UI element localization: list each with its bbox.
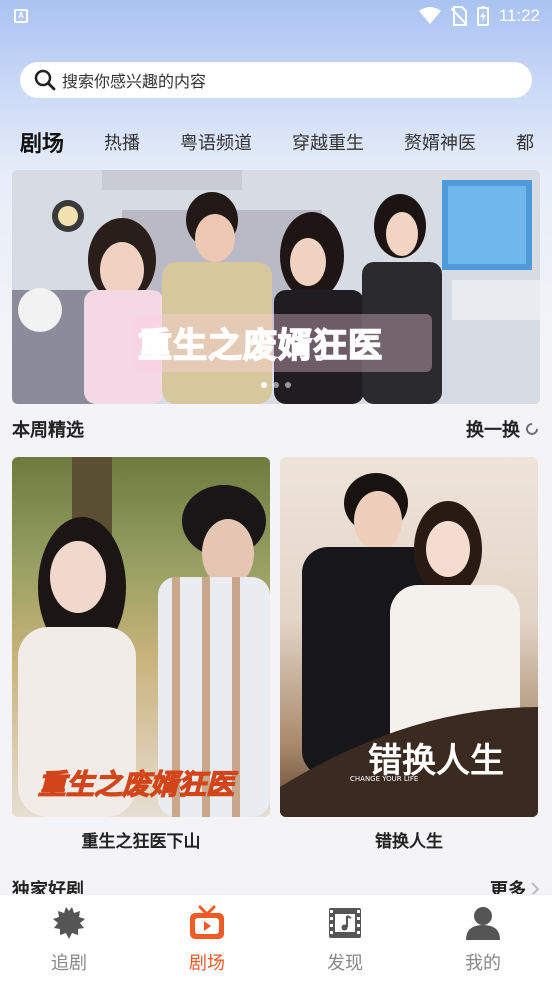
category-tabs: 剧场 热播 粤语频道 穿越重生 赘婿神医 都 <box>20 122 552 162</box>
carousel-dot <box>273 382 279 388</box>
nav-item-theater[interactable]: 剧场 <box>138 895 276 981</box>
drama-card[interactable]: 错换人生 CHANGE YOUR LIFE 错换人生 <box>280 457 538 852</box>
nav-item-discover[interactable]: 发现 <box>276 895 414 981</box>
carousel-dot <box>285 382 291 388</box>
tab-urban[interactable]: 都 <box>516 129 534 155</box>
user-icon <box>466 907 500 940</box>
drama-title: 重生之狂医下山 <box>81 832 201 852</box>
poster-title-text: 重生之废婿狂医 <box>37 767 235 801</box>
status-time: 11:22 <box>498 6 540 25</box>
banner-carousel[interactable]: 重生之废婿狂医 <box>12 170 540 404</box>
drama-title: 错换人生 <box>375 832 443 852</box>
no-sim-icon <box>450 6 467 26</box>
weekly-section-title: 本周精选 <box>12 420 84 441</box>
search-icon <box>34 69 56 91</box>
carousel-dot <box>261 382 267 388</box>
nav-label: 剧场 <box>189 953 225 974</box>
search-bar[interactable]: 搜索你感兴趣的内容 <box>20 62 532 98</box>
nav-item-profile[interactable]: 我的 <box>414 895 552 981</box>
star-burst-icon <box>53 907 85 939</box>
status-bar: A 11:22 <box>0 0 552 32</box>
tab-time-travel[interactable]: 穿越重生 <box>292 129 364 155</box>
weekly-section-header: 本周精选 换一换 <box>12 414 540 444</box>
banner-illustration <box>12 170 540 404</box>
film-music-icon <box>329 908 361 938</box>
nav-item-follow[interactable]: 追剧 <box>0 895 138 981</box>
app-badge-icon: A <box>14 9 28 23</box>
carousel-indicator <box>12 382 540 388</box>
poster-subtitle-text: CHANGE YOUR LIFE <box>350 775 419 783</box>
tab-hot[interactable]: 热播 <box>104 129 140 155</box>
tab-theater[interactable]: 剧场 <box>20 126 64 158</box>
refresh-button[interactable]: 换一换 <box>466 416 540 442</box>
bottom-navigation: 追剧 剧场 发现 我的 <box>0 894 552 981</box>
search-placeholder: 搜索你感兴趣的内容 <box>62 72 207 91</box>
drama-card[interactable]: 重生之废婿狂医 重生之狂医下山 <box>12 457 270 852</box>
nav-label: 发现 <box>327 953 363 974</box>
drama-poster: 错换人生 CHANGE YOUR LIFE <box>280 457 538 817</box>
refresh-label: 换一换 <box>466 420 520 441</box>
tab-cantonese[interactable]: 粤语频道 <box>180 129 252 155</box>
wifi-icon <box>418 7 441 24</box>
drama-poster: 重生之废婿狂医 <box>12 457 270 817</box>
banner-title: 重生之废婿狂医 <box>137 325 383 367</box>
battery-charging-icon <box>476 6 489 26</box>
tv-icon <box>190 905 224 939</box>
nav-label: 我的 <box>465 953 501 974</box>
refresh-icon <box>526 423 538 435</box>
nav-label: 追剧 <box>51 953 87 974</box>
tab-son-in-law[interactable]: 赘婿神医 <box>404 129 476 155</box>
